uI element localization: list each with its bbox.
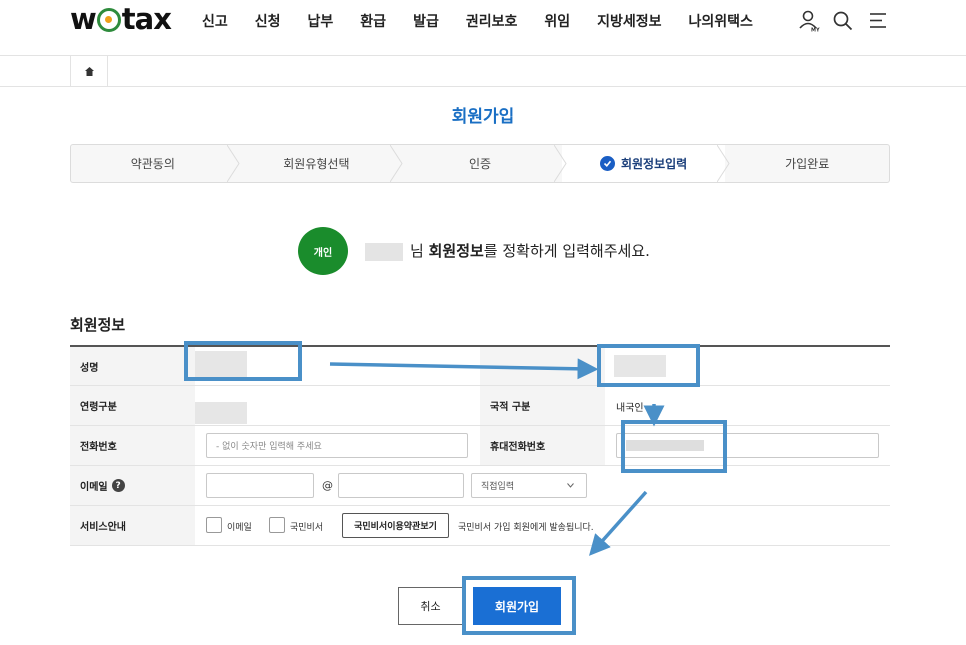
step-chevron (390, 145, 403, 182)
annotation-arrows (329, 358, 665, 556)
step-chevron (553, 145, 567, 182)
step-chevron (226, 145, 240, 182)
arrow-to-join (589, 490, 648, 556)
step-chevron (717, 145, 730, 182)
arrow-to-field (329, 358, 599, 380)
